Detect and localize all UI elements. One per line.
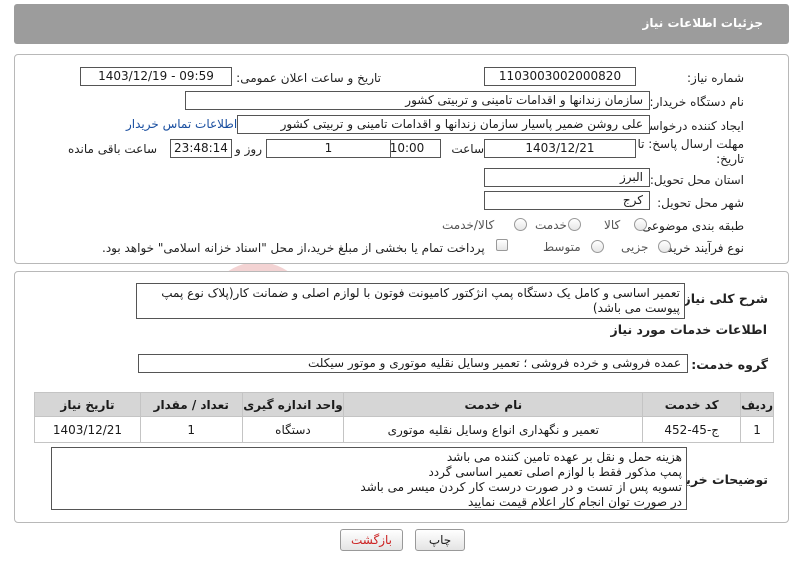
announce-date-label: تاریخ و ساعت اعلان عمومی: [236, 71, 381, 85]
page-header: جزئیات اطلاعات نیاز [14, 4, 789, 44]
deadline-label-date: تاریخ: [716, 152, 744, 166]
col-qty: تعداد / مقدار [139, 392, 243, 417]
table-row: 1 ج-45-452 تعمیر و نگهداری انواع وسایل ن… [34, 416, 774, 443]
buyer-org-label: نام دستگاه خریدار: [649, 95, 745, 109]
process-label: نوع فرآیند خرید : [659, 241, 744, 255]
cell-unit: دستگاه [241, 416, 345, 443]
announce-date-field: 1403/12/19 - 09:59 [80, 67, 232, 86]
service-group-field: عمده فروشی و خرده فروشی ؛ تعمیر وسایل نق… [138, 354, 688, 373]
summary-label: شرح کلی نیاز: [678, 291, 768, 306]
print-button[interactable]: چاپ [415, 529, 465, 551]
category-radio-goods[interactable] [634, 218, 647, 231]
buyer-notes-text: هزینه حمل و نقل بر عهده تامین کننده می ب… [51, 447, 687, 510]
need-number-label: شماره نیاز: [687, 71, 744, 85]
remaining-label: ساعت باقی مانده [67, 142, 157, 156]
services-section-title: اطلاعات خدمات مورد نیاز [610, 322, 768, 337]
cell-code: ج-45-452 [642, 416, 742, 443]
col-row: ردیف [740, 392, 774, 417]
days-field: 1 [266, 139, 391, 158]
creator-label: ایجاد کننده درخواست: [633, 119, 744, 133]
days-label: روز و [235, 142, 262, 156]
summary-text: تعمیر اساسی و کامل یک دستگاه پمپ انژکتور… [136, 283, 685, 319]
deadline-label: مهلت ارسال پاسخ: تا [637, 137, 744, 151]
category-option-service: خدمت [535, 218, 567, 232]
category-option-both: کالا/خدمت [442, 218, 495, 232]
process-option-medium: متوسط [543, 240, 581, 254]
cell-qty: 1 [139, 416, 243, 443]
creator-field: علی روشن ضمیر پاسیار سازمان زندانها و اق… [237, 115, 650, 134]
payment-note: پرداخت تمام یا بخشی از مبلغ خرید،از محل … [102, 241, 485, 255]
process-option-minor: جزیی [621, 240, 649, 254]
col-date: تاریخ نیاز [34, 392, 141, 417]
category-option-goods: کالا [604, 218, 621, 232]
col-code: کد خدمت [642, 392, 742, 417]
category-radio-both[interactable] [514, 218, 527, 231]
buyer-org-field: سازمان زندانها و اقدامات تامینی و تربیتی… [185, 91, 650, 110]
deadline-date-field: 1403/12/21 [484, 139, 636, 158]
buyer-contact-link[interactable]: اطلاعات تماس خریدار [126, 117, 237, 131]
city-label: شهر محل تحویل: [657, 196, 744, 210]
cell-row: 1 [740, 416, 774, 443]
services-table: ردیف کد خدمت نام خدمت واحد اندازه گیری ت… [34, 392, 774, 443]
col-unit: واحد اندازه گیری [241, 392, 345, 417]
cell-name: تعمیر و نگهداری انواع وسایل نقلیه موتوری [343, 416, 644, 443]
back-button[interactable]: بازگشت [340, 529, 403, 551]
process-radio-minor[interactable] [658, 240, 671, 253]
category-label: طبقه بندی موضوعی: [637, 219, 744, 233]
remaining-time-field: 23:48:14 [170, 139, 232, 158]
city-field: کرج [484, 191, 650, 210]
province-field: البرز [484, 168, 650, 187]
deadline-time-label: ساعت [451, 142, 484, 156]
col-name: نام خدمت [343, 392, 644, 417]
page-title: جزئیات اطلاعات نیاز [642, 16, 763, 30]
service-group-label: گروه خدمت: [691, 357, 768, 372]
category-radio-service[interactable] [568, 218, 581, 231]
process-radio-medium[interactable] [591, 240, 604, 253]
need-number-field: 1103003002000820 [484, 67, 636, 86]
table-header-row: ردیف کد خدمت نام خدمت واحد اندازه گیری ت… [34, 392, 774, 417]
payment-checkbox[interactable] [496, 239, 508, 251]
province-label: استان محل تحویل: [649, 173, 744, 187]
cell-date: 1403/12/21 [34, 416, 141, 443]
